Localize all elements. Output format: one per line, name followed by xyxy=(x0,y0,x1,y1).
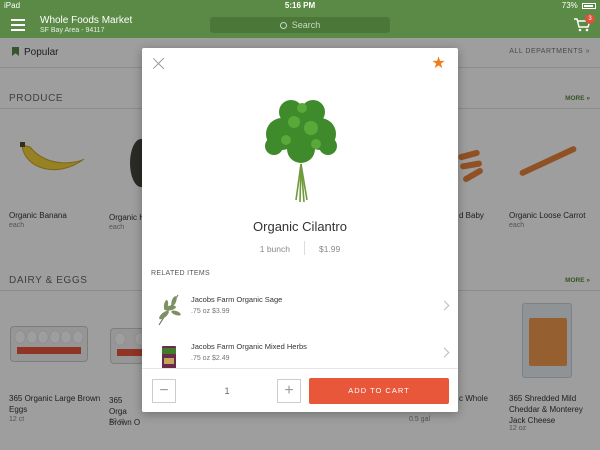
product-title: Organic Cilantro xyxy=(253,219,347,234)
battery-status: 73% xyxy=(562,1,596,10)
store-area[interactable]: SF Bay Area - 94117 xyxy=(40,27,104,34)
related-item-sage[interactable]: Jacobs Farm Organic Sage .75 oz $3.99 xyxy=(142,288,458,330)
chevron-right-icon xyxy=(439,300,450,311)
search-input[interactable]: Search xyxy=(210,17,390,33)
search-icon xyxy=(279,22,287,29)
product-meta: 1 bunch $1.99 xyxy=(142,241,458,255)
product-price: $1.99 xyxy=(318,244,341,254)
battery-icon xyxy=(582,2,596,9)
status-bar: iPad 5:16 PM 73% xyxy=(0,0,600,12)
store-name[interactable]: Whole Foods Market xyxy=(40,15,132,26)
product-unit: 1 bunch xyxy=(259,244,290,254)
add-to-cart-bar: − 1 + ADD TO CART xyxy=(142,368,458,412)
related-item-price: .75 oz $3.99 xyxy=(191,308,230,315)
increment-button[interactable]: + xyxy=(277,379,301,403)
decrement-button[interactable]: − xyxy=(152,379,176,403)
close-icon[interactable] xyxy=(152,57,165,70)
add-to-cart-button[interactable]: ADD TO CART xyxy=(309,378,449,404)
clock: 5:16 PM xyxy=(284,1,316,10)
battery-percent: 73% xyxy=(561,1,578,10)
menu-icon[interactable] xyxy=(11,19,25,31)
chevron-right-icon xyxy=(439,347,450,358)
favorite-star-icon[interactable]: ★ xyxy=(431,56,446,72)
related-item-price: .75 oz $2.49 xyxy=(191,355,230,362)
quantity-value[interactable]: 1 xyxy=(178,379,276,403)
divider xyxy=(303,241,305,255)
product-detail-modal: ★ Organic Cilantro 1 bunch $1.99 RELATED … xyxy=(142,48,458,412)
search-placeholder: Search xyxy=(291,20,321,30)
related-item-name: Jacobs Farm Organic Sage xyxy=(191,295,283,304)
cart-count-badge: 3 xyxy=(585,14,595,24)
app-header: Whole Foods Market SF Bay Area - 94117 S… xyxy=(0,12,600,38)
related-item-name: Jacobs Farm Organic Mixed Herbs xyxy=(191,342,307,351)
sage-thumbnail xyxy=(158,294,181,326)
cilantro-image xyxy=(265,100,337,203)
related-items-header: RELATED ITEMS xyxy=(151,270,211,277)
